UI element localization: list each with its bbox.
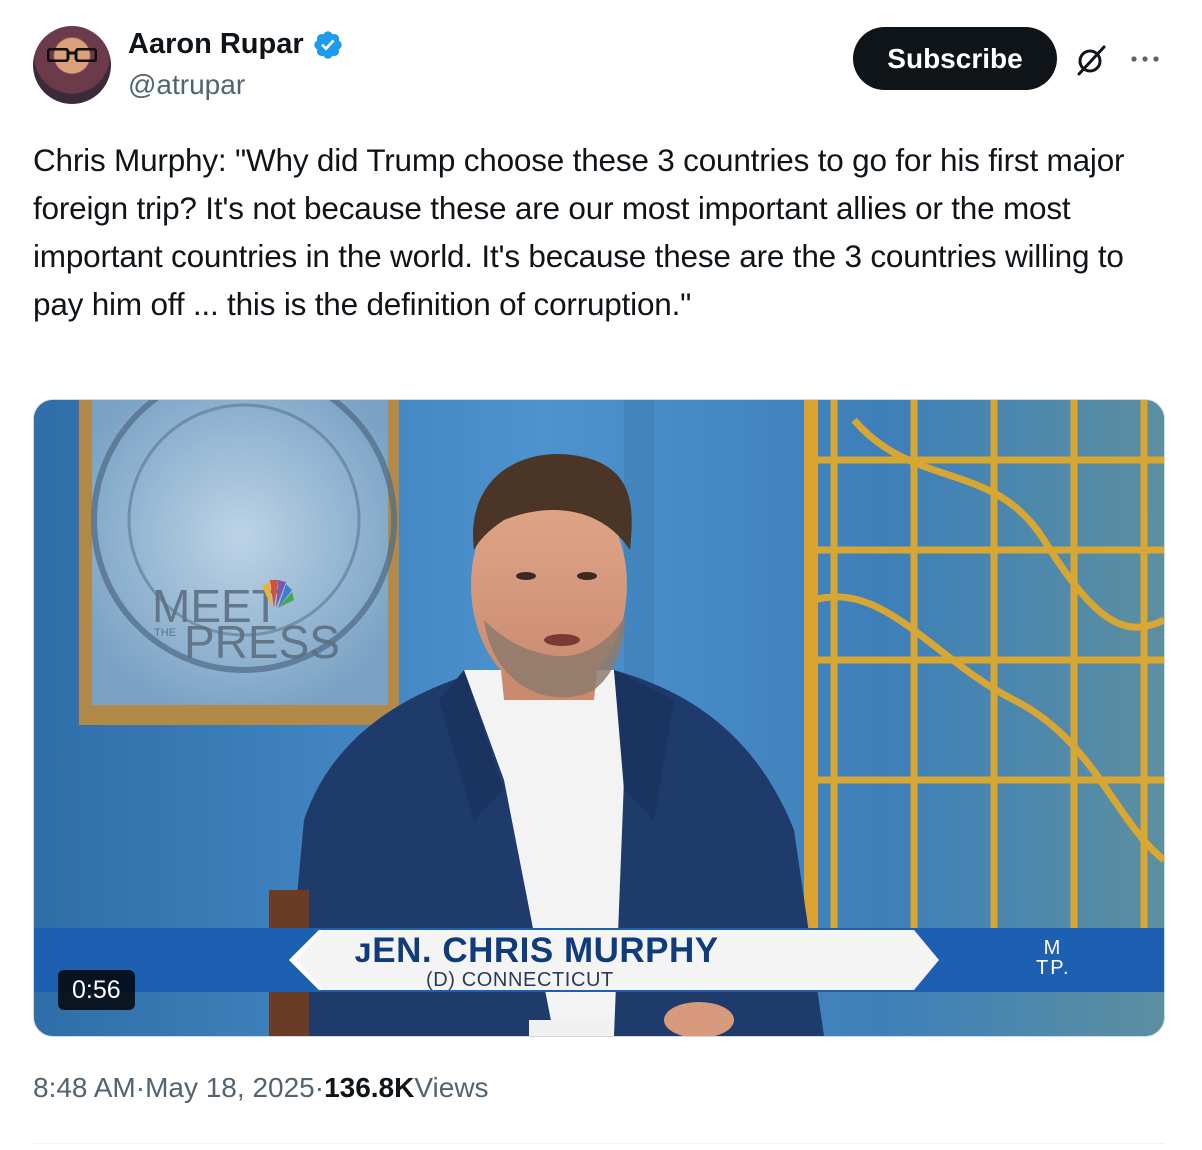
more-options-icon[interactable]: [1128, 44, 1162, 74]
set-logo-press: PRESS: [184, 616, 340, 668]
subscribe-button[interactable]: Subscribe: [853, 27, 1057, 90]
mtp-logo-bottom: TP.: [1036, 957, 1071, 979]
meta-separator: ·: [314, 1072, 325, 1103]
author-display-name[interactable]: Aaron Rupar: [128, 28, 304, 61]
tweet-text: Chris Murphy: "Why did Trump choose thes…: [33, 142, 1133, 322]
divider: [33, 1143, 1165, 1144]
author-handle[interactable]: @atrupar: [128, 69, 245, 101]
video-player[interactable]: MEET THE PRESS ᴊEN. CHRIS MURPHY (D) CON…: [33, 399, 1165, 1037]
tweet-meta: 8:48 AM · May 18, 2025 · 136.8K Views: [33, 1072, 489, 1104]
mtp-corner-logo: M TP.: [1036, 938, 1070, 978]
video-duration-badge: 0:56: [58, 970, 135, 1010]
author-name-row: Aaron Rupar: [128, 28, 344, 61]
verified-badge-icon[interactable]: [312, 29, 344, 61]
set-logo-the: THE: [154, 627, 176, 639]
chyron-name: ᴊEN. CHRIS MURPHY: [354, 931, 719, 970]
views-count[interactable]: 136.8K: [324, 1072, 414, 1104]
tweet-date[interactable]: May 18, 2025: [145, 1072, 315, 1104]
chyron-subtitle: (D) CONNECTICUT: [426, 969, 614, 991]
meta-separator: ·: [135, 1072, 146, 1103]
author-avatar[interactable]: [33, 26, 111, 104]
mtp-logo-top: M: [1043, 937, 1063, 959]
grok-icon[interactable]: [1074, 43, 1108, 77]
views-label[interactable]: Views: [414, 1072, 488, 1104]
tweet-time[interactable]: 8:48 AM: [33, 1072, 136, 1104]
avatar-glasses-icon: [47, 48, 97, 62]
